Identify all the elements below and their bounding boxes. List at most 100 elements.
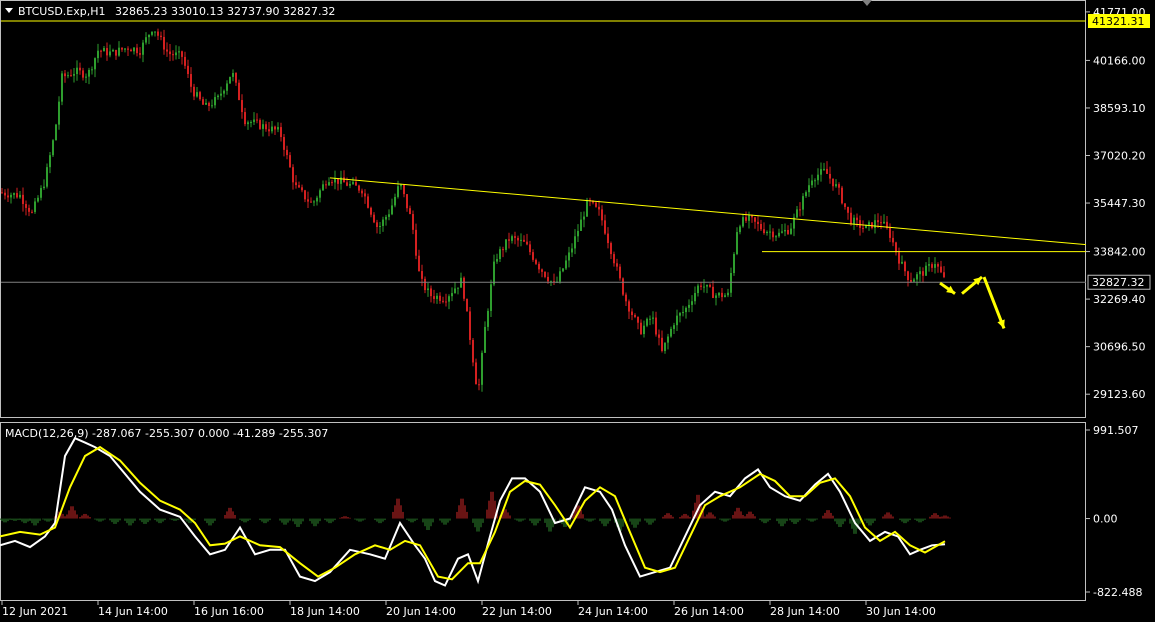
overlay-layer [1, 177, 1087, 329]
candle-body [805, 192, 807, 197]
candle-body [397, 186, 399, 197]
candle-body [826, 168, 828, 174]
candle-body [493, 261, 495, 285]
candle-body [58, 101, 60, 125]
time-tick-label: 14 Jun 14:00 [98, 605, 168, 618]
triangle-down-icon[interactable] [5, 8, 13, 13]
candle-body [343, 177, 345, 183]
candle-body [409, 208, 411, 215]
candle-body [895, 242, 897, 253]
candle-body [919, 271, 921, 275]
candle-body [256, 119, 258, 121]
candle-body [37, 197, 39, 202]
price-tick-label: 33842.00 [1093, 246, 1146, 259]
candle-body [4, 192, 6, 196]
candle-body [424, 278, 426, 291]
candle-body [883, 221, 885, 224]
candle-body [784, 230, 786, 232]
candle-body [490, 284, 492, 311]
candle-body [817, 174, 819, 181]
candle-body [658, 334, 660, 338]
candle-body [151, 31, 153, 35]
candle-body [259, 120, 261, 129]
candle-body [370, 207, 372, 215]
price-tick-label: 38593.10 [1093, 102, 1146, 115]
candle-body [637, 316, 639, 323]
candle-body [781, 231, 783, 233]
candle-body [718, 292, 720, 296]
candle-body [526, 241, 528, 245]
candle-body [631, 311, 633, 315]
candle-body [616, 263, 618, 267]
candle-body [796, 209, 798, 218]
candle-body [670, 328, 672, 337]
candle-body [376, 222, 378, 227]
candle-body [418, 255, 420, 272]
candle-body [481, 352, 483, 385]
candle-body [700, 285, 702, 287]
candle-body [277, 127, 279, 130]
time-tick-label: 26 Jun 14:00 [674, 605, 744, 618]
candle-body [586, 199, 588, 217]
candle-body [934, 264, 936, 268]
candle-body [247, 122, 249, 125]
candle-body [352, 182, 354, 184]
candle-body [133, 47, 135, 52]
candle-body [607, 233, 609, 244]
candle-body [346, 182, 348, 186]
candle-body [16, 193, 18, 198]
candle-body [889, 227, 891, 238]
candle-body [625, 294, 627, 302]
candle-body [181, 51, 183, 57]
candle-body [577, 230, 579, 237]
chart-shift-marker-icon[interactable] [862, 0, 872, 6]
candle-body [850, 212, 852, 225]
candle-body [124, 48, 126, 50]
price-tick-label: 40166.00 [1093, 54, 1146, 67]
candle-body [928, 264, 930, 266]
candle-body [688, 304, 690, 308]
candle-body [694, 293, 696, 302]
candle-body [598, 206, 600, 210]
candle-body [13, 193, 15, 195]
candle-body [40, 188, 42, 198]
candle-body [382, 219, 384, 226]
candle-body [454, 288, 456, 294]
candle-body [715, 295, 717, 298]
candle-body [388, 214, 390, 217]
candle-body [295, 182, 297, 186]
time-tick-label: 22 Jun 14:00 [482, 605, 552, 618]
macd-tick-label: 0.00 [1093, 513, 1118, 526]
candle-body [244, 112, 246, 125]
candle-body [10, 194, 12, 198]
candle-body [211, 105, 213, 107]
time-tick-label: 18 Jun 14:00 [290, 605, 360, 618]
candle-body [178, 51, 180, 53]
candle-body [835, 184, 837, 187]
candle-body [367, 196, 369, 208]
candle-body [187, 65, 189, 75]
candle-body [364, 193, 366, 197]
price-tick-label: 35447.30 [1093, 197, 1146, 210]
candle-body [307, 199, 309, 202]
candle-body [943, 272, 945, 278]
candle-body [289, 155, 291, 168]
candle-body [847, 206, 849, 213]
candle-body [568, 252, 570, 261]
candle-body [136, 47, 138, 54]
candle-body [154, 31, 156, 33]
macd-tick-label: 991.507 [1093, 424, 1139, 437]
candle-body [421, 271, 423, 279]
candle-body [271, 126, 273, 132]
candle-body [868, 222, 870, 225]
candle-body [253, 119, 255, 123]
candle-body [199, 92, 201, 100]
candle-body [280, 127, 282, 138]
candle-body [235, 73, 237, 83]
chart-canvas[interactable]: BTCUSD.Exp,H1 32865.23 33010.13 32737.90… [0, 0, 1155, 622]
candle-body [808, 185, 810, 193]
candle-body [448, 296, 450, 302]
candle-body [940, 266, 942, 273]
candle-body [175, 52, 177, 56]
candle-body [502, 249, 504, 251]
